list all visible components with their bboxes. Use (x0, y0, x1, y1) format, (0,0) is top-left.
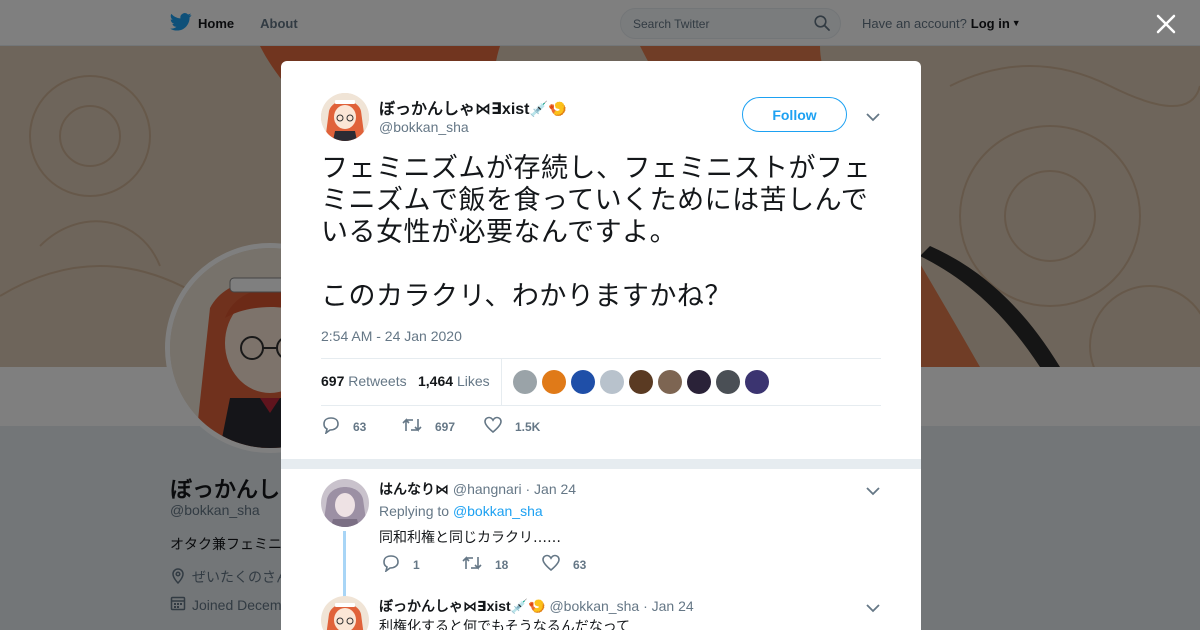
tweet-text-paragraph-2: このカラクリ、わかりますかね？ (321, 281, 732, 312)
heart-icon (483, 416, 515, 437)
reply-tweet[interactable]: ぼっかんしゃ⋈∃xist💉🍤 @bokkan_sha · Jan 24 利権化す… (321, 596, 881, 630)
retweet-count: 697 (435, 419, 456, 434)
reply-author-handle[interactable]: @bokkan_sha (549, 598, 639, 614)
reply-action[interactable]: 63 (321, 416, 366, 437)
like-action[interactable]: 63 (541, 554, 586, 575)
likes-stat[interactable]: 1,464 Likes (418, 373, 490, 389)
reply-like-count: 63 (573, 557, 587, 572)
tweet-modal: ぼっかんしゃ⋈∃xist💉🍤 @bokkan_sha Follow フェミニズム… (281, 61, 921, 630)
retweet-action[interactable]: 18 (461, 554, 508, 575)
reply-date[interactable]: · Jan 24 (525, 481, 576, 497)
reply-author-emoji: 💉🍤 (510, 598, 546, 614)
author-avatar[interactable] (321, 93, 369, 141)
liker-avatar[interactable] (687, 370, 711, 394)
liker-avatar[interactable] (513, 370, 537, 394)
retweet-icon (401, 416, 435, 437)
author-emoji: 💉🍤 (529, 101, 567, 118)
replying-to-link[interactable]: @bokkan_sha (453, 503, 543, 519)
liker-avatar[interactable] (542, 370, 566, 394)
tweet-header: ぼっかんしゃ⋈∃xist💉🍤 @bokkan_sha Follow (321, 93, 881, 143)
liker-avatar[interactable] (716, 370, 740, 394)
reply-author-name[interactable]: ぼっかんしゃ⋈∃xist (379, 598, 511, 614)
liker-avatar[interactable] (571, 370, 595, 394)
close-icon[interactable] (1152, 10, 1180, 38)
retweets-stat[interactable]: 697 Retweets (321, 373, 407, 389)
reply-icon (321, 416, 353, 437)
reply-author-name[interactable]: はんなり⋈ (379, 481, 449, 497)
author-handle[interactable]: @bokkan_sha (379, 119, 469, 135)
reply-text: 同和利権と同じカラクリ…… (379, 530, 561, 546)
retweet-action[interactable]: 697 (401, 416, 455, 437)
reply-tweet[interactable]: はんなり⋈ @hangnari · Jan 24 Replying to @bo… (321, 479, 881, 599)
follow-button[interactable]: Follow (742, 97, 847, 132)
reply-reply-count: 1 (413, 557, 420, 572)
tweet-stats: 697 Retweets 1,464 Likes (321, 358, 881, 406)
likes-label: Likes (456, 373, 490, 389)
reply-icon (381, 554, 413, 575)
like-action[interactable]: 1.5K (483, 416, 540, 437)
reply-author-handle[interactable]: @hangnari (453, 481, 522, 497)
liker-avatar[interactable] (658, 370, 682, 394)
liker-avatars (513, 370, 774, 396)
replying-to: Replying to @bokkan_sha (379, 503, 543, 519)
section-separator (281, 459, 921, 469)
reply-action[interactable]: 1 (381, 554, 420, 575)
chevron-down-icon[interactable] (866, 600, 880, 618)
liker-avatar[interactable] (745, 370, 769, 394)
author-name[interactable]: ぼっかんしゃ⋈∃xist💉🍤 (379, 95, 567, 119)
retweets-count: 697 (321, 373, 345, 389)
likes-count: 1,464 (418, 373, 454, 389)
reply-header: はんなり⋈ @hangnari · Jan 24 (379, 479, 576, 499)
reply-count: 63 (353, 419, 367, 434)
chevron-down-icon[interactable] (866, 483, 880, 501)
tweet-timestamp[interactable]: 2:54 AM - 24 Jan 2020 (321, 328, 462, 344)
replying-to-prefix: Replying to (379, 503, 450, 519)
retweet-icon (461, 554, 495, 575)
reply-header: ぼっかんしゃ⋈∃xist💉🍤 @bokkan_sha · Jan 24 (379, 596, 694, 616)
tweet-actions: 63 697 1.5K (321, 416, 621, 438)
heart-icon (541, 554, 573, 575)
retweets-label: Retweets (348, 373, 407, 389)
chevron-down-icon[interactable] (866, 109, 880, 127)
reply-avatar[interactable] (321, 479, 369, 527)
tweet-text-paragraph-1: フェミニズムが存続し、フェミニストがフェミニズムで飯を食っていくためには苦しんで… (321, 153, 871, 248)
like-count: 1.5K (515, 419, 541, 434)
reply-date[interactable]: · Jan 24 (643, 598, 694, 614)
reply-actions: 1 18 63 (381, 554, 681, 574)
liker-avatar[interactable] (600, 370, 624, 394)
tweet-text: フェミニズムが存続し、フェミニストがフェミニズムで飯を食っていくためには苦しんで… (321, 153, 881, 313)
stats-divider (501, 359, 502, 405)
reply-avatar[interactable] (321, 596, 369, 630)
reply-text: 利権化すると何でもそうなるんだなって (379, 619, 631, 630)
reply-retweet-count: 18 (495, 557, 509, 572)
author-name-text: ぼっかんしゃ⋈∃xist (379, 101, 530, 118)
liker-avatar[interactable] (629, 370, 653, 394)
